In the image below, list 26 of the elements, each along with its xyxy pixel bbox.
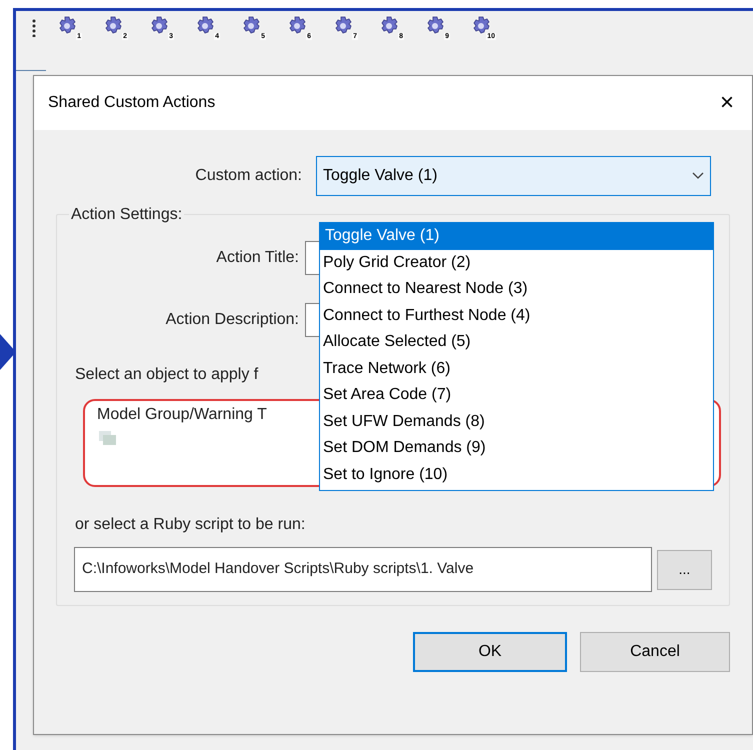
toolbar-grip-icon [32,19,36,37]
dropdown-option[interactable]: Toggle Valve (1) [320,223,713,250]
dropdown-option[interactable]: Trace Network (6) [320,356,713,382]
dropdown-option[interactable]: Connect to Nearest Node (3) [320,276,713,302]
ok-button[interactable]: OK [413,632,567,672]
dropdown-option[interactable]: Allocate Selected (5) [320,329,713,356]
dropdown-option[interactable]: Poly Grid Creator (2) [320,250,713,276]
custom-action-dropdown[interactable]: Toggle Valve (1) [316,156,711,196]
dropdown-option[interactable]: Set to Ignore (10) [320,462,713,488]
object-box-text: Model Group/Warning T [97,405,267,425]
browse-button[interactable]: ... [657,550,712,590]
document-icon [99,431,117,445]
dropdown-option[interactable]: Connect to Furthest Node (4) [320,302,713,329]
prompt-text: or select a Ruby script to be run: [75,516,306,533]
close-button[interactable]: × [712,91,742,115]
cancel-button[interactable]: Cancel [580,632,730,672]
field-label: Action Title: [215,248,300,268]
field-label: Action Description: [164,310,300,330]
dropdown-option[interactable]: Set UFW Demands (8) [320,408,713,435]
dropdown-option[interactable]: Set Area Code (7) [320,382,713,408]
prompt-text: Select an object to apply f [75,366,258,383]
script-path-field[interactable]: C:\Infoworks\Model Handover Scripts\Ruby scripts\1. Valve [74,547,652,592]
window-title: Shared Custom Actions [48,93,216,113]
field-label: Custom action: [194,166,303,186]
chevron-down-icon [692,172,704,180]
dropdown-option[interactable]: Set DOM Demands (9) [320,435,713,462]
